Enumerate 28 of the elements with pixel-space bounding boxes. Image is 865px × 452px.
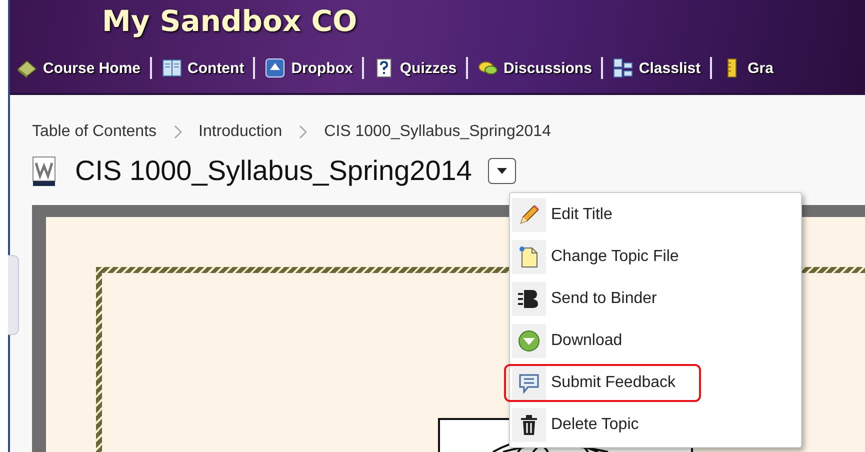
menu-item[interactable]: Delete Topic — [510, 406, 797, 444]
breadcrumb-current: CIS 1000_Syllabus_Spring2014 — [324, 123, 551, 141]
menu-item[interactable]: Send to Binder — [510, 280, 797, 318]
breadcrumb-link[interactable]: Table of Contents — [32, 123, 157, 141]
menu-item[interactable]: Download — [510, 322, 797, 360]
chevron-icon — [299, 125, 308, 139]
nav-link[interactable]: Gra — [710, 57, 782, 79]
topic-title: CIS 1000_Syllabus_Spring2014 — [75, 155, 472, 187]
breadcrumb-link[interactable]: Introduction — [198, 123, 282, 141]
grid-icon — [612, 57, 634, 79]
menu-item[interactable]: Edit Title — [510, 196, 797, 234]
document-icon — [32, 156, 58, 186]
nav-link[interactable]: Content — [150, 57, 254, 79]
menu-item[interactable]: Submit Feedback — [504, 364, 701, 402]
nav-link[interactable]: Quizzes — [362, 57, 466, 79]
book-icon — [160, 57, 183, 79]
chevron-icon — [174, 125, 182, 139]
pencil-icon — [517, 203, 541, 227]
nav-link[interactable]: Discussions — [466, 57, 601, 79]
menu-item[interactable]: Change Topic File — [510, 238, 797, 276]
nav-link[interactable]: Dropbox — [253, 57, 362, 79]
nav-link[interactable]: Classlist — [600, 57, 710, 79]
caret-icon — [496, 168, 507, 174]
course-title: My Sandbox CO — [102, 4, 358, 38]
nav-link[interactable]: Course Home — [16, 57, 150, 79]
binder-icon — [517, 287, 541, 311]
download-icon — [517, 329, 541, 353]
dropdown-button[interactable] — [488, 158, 516, 184]
